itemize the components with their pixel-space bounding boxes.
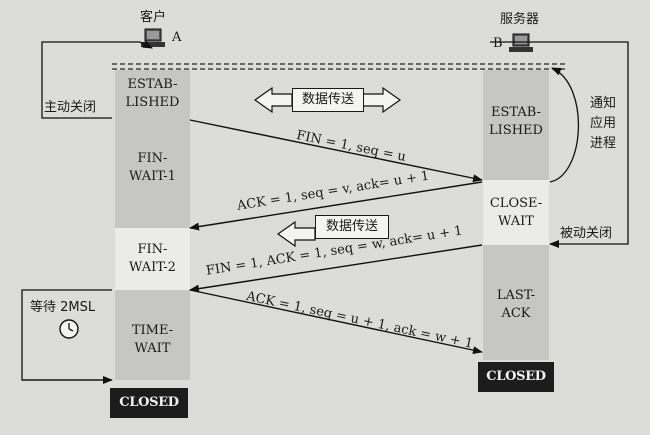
clock-icon bbox=[59, 319, 79, 339]
active-close-label: 主动关闭 bbox=[44, 100, 97, 115]
wait-2msl-label: 等待 2MSL bbox=[30, 300, 96, 315]
data-transfer-box-1: 数据传送 bbox=[292, 88, 364, 112]
data-transfer-box-2: 数据传送 bbox=[315, 215, 389, 239]
passive-close-label: 被动关闭 bbox=[560, 226, 613, 241]
notify-app-label: 通知 应用 进程 bbox=[590, 96, 617, 151]
